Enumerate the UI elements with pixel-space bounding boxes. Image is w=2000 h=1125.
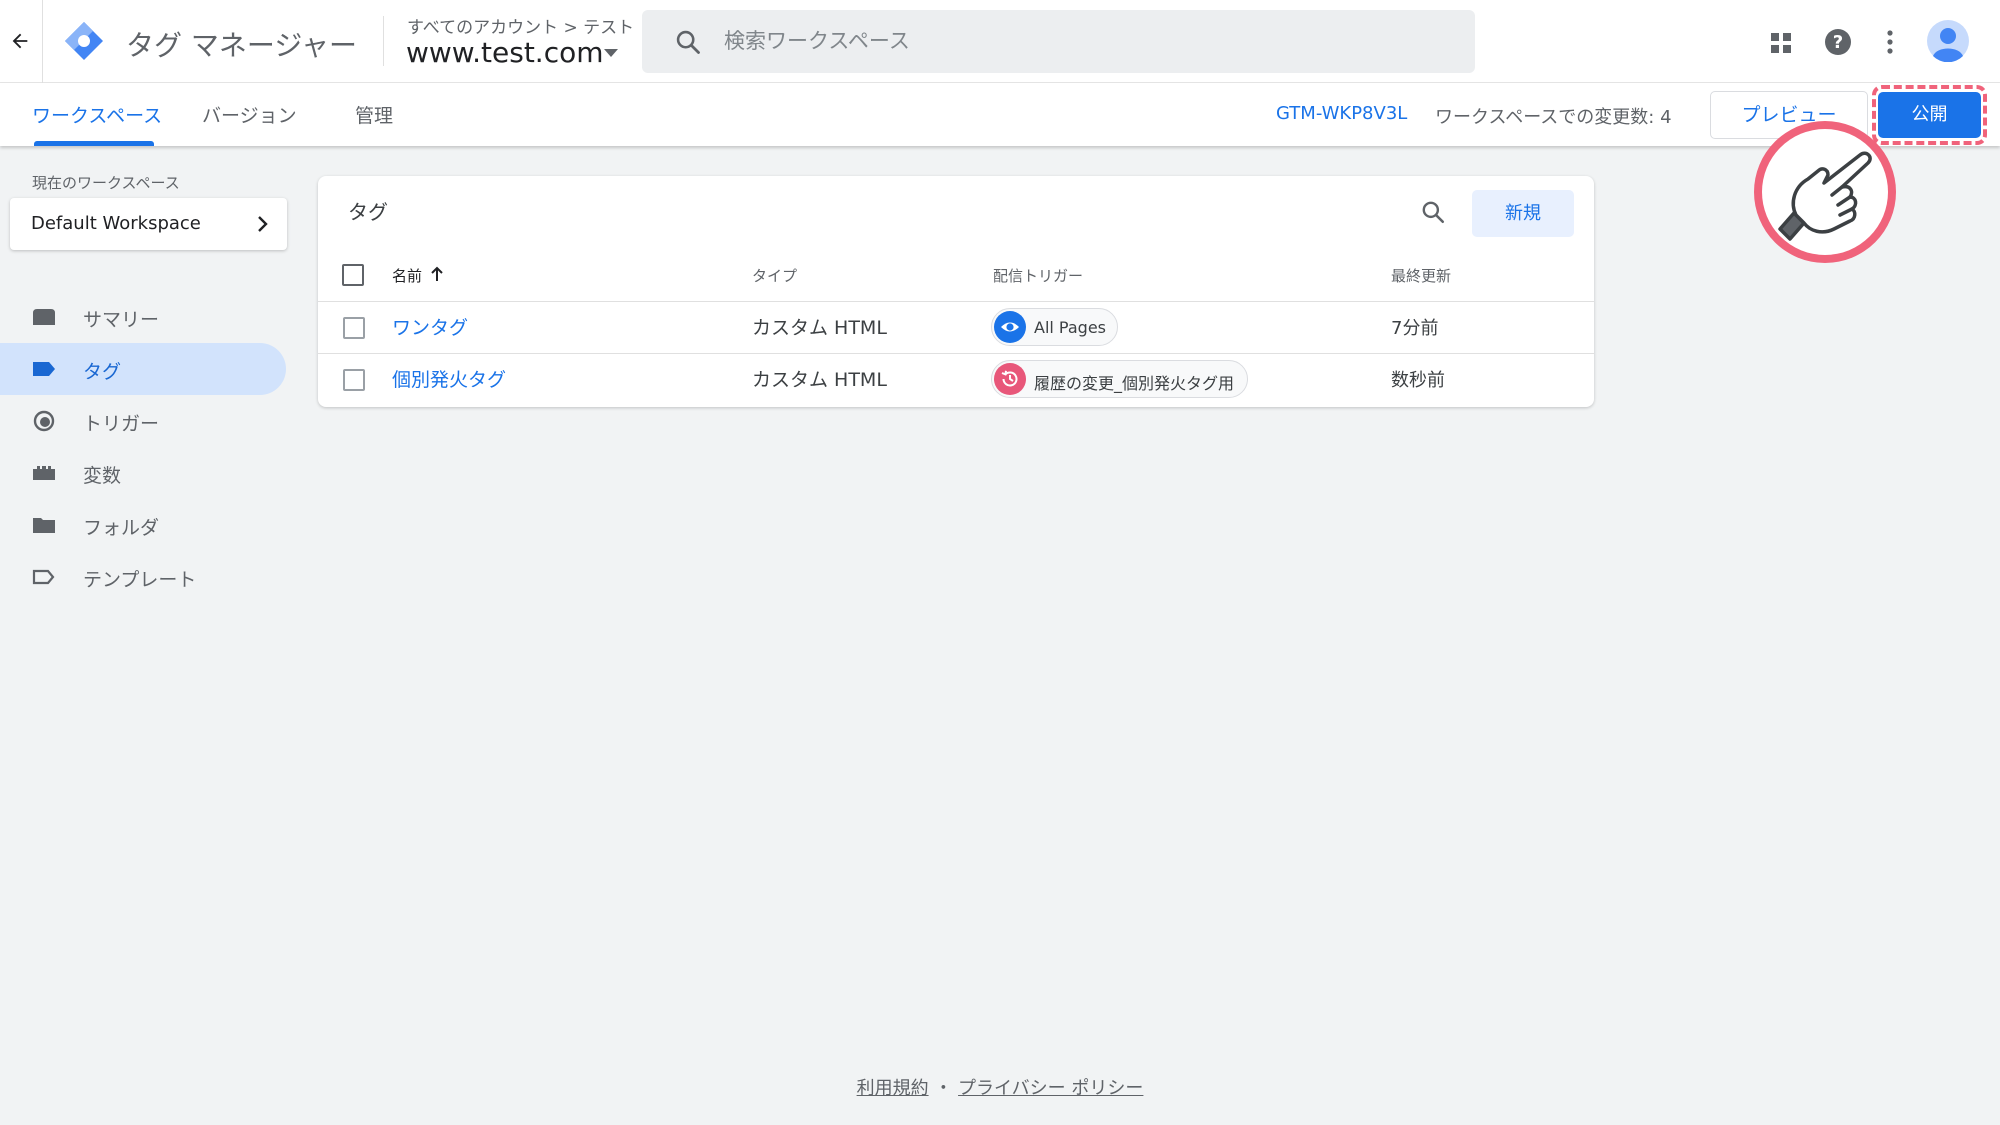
sidebar-item-label: フォルダ [83, 517, 160, 539]
folder-icon [33, 518, 55, 533]
column-header-triggers[interactable]: 配信トリガー [993, 265, 1083, 286]
column-header-last-edited[interactable]: 最終更新 [1391, 265, 1451, 286]
more-vert-icon[interactable] [1883, 28, 1897, 56]
account-breadcrumb[interactable]: すべてのアカウント > テスト [407, 13, 634, 38]
tab-versions[interactable]: バージョン [202, 101, 297, 128]
svg-text:?: ? [1833, 32, 1843, 53]
workspace-selector[interactable]: Default Workspace [10, 198, 287, 250]
search-icon [676, 30, 700, 54]
trigger-icon [33, 410, 55, 432]
sidebar-item-folders[interactable]: フォルダ [0, 499, 286, 551]
search-icon[interactable] [1420, 199, 1446, 225]
container-selector[interactable]: www.test.com [406, 36, 604, 69]
footer: 利用規約 ・ プライバシー ポリシー [0, 1074, 2000, 1100]
caret-down-icon[interactable] [604, 48, 618, 58]
sidebar-item-summary[interactable]: サマリー [0, 291, 286, 343]
sidebar-item-variables[interactable]: 変数 [0, 447, 286, 499]
trigger-chip-label: All Pages [1034, 318, 1106, 337]
active-tab-indicator [34, 141, 154, 146]
column-header-name[interactable]: 名前 [392, 265, 422, 286]
top-header: タグ マネージャー すべてのアカウント > テスト www.test.com ? [0, 0, 2000, 83]
tag-icon [33, 362, 55, 376]
sidebar-item-label: タグ [83, 361, 122, 383]
new-tag-button[interactable]: 新規 [1472, 190, 1574, 237]
row-divider [318, 301, 1594, 302]
chevron-right-icon [258, 216, 268, 232]
column-header-type[interactable]: タイプ [752, 265, 797, 286]
history-icon [994, 363, 1026, 395]
sort-ascending-icon[interactable] [430, 266, 444, 282]
template-icon [32, 569, 55, 585]
summary-icon [33, 309, 55, 325]
workspace-name: Default Workspace [31, 213, 201, 234]
back-arrow-icon[interactable] [9, 30, 31, 52]
current-workspace-label: 現在のワークスペース [32, 174, 180, 192]
container-id-link[interactable]: GTM-WKP8V3L [1276, 103, 1407, 124]
pointing-hand-icon [1754, 121, 1896, 263]
trigger-chip-label: 履歴の変更_個別発火タグ用 [1034, 374, 1235, 393]
tag-name-link[interactable]: 個別発火タグ [392, 365, 506, 392]
tab-admin[interactable]: 管理 [355, 101, 393, 128]
trigger-chip[interactable]: All Pages [991, 308, 1118, 346]
tag-type: カスタム HTML [752, 317, 887, 339]
row-checkbox[interactable] [343, 369, 365, 391]
variables-icon [33, 466, 55, 480]
sidebar-item-label: サマリー [83, 309, 160, 331]
select-all-checkbox[interactable] [342, 264, 364, 286]
account-avatar[interactable] [1927, 20, 1969, 62]
sidebar-item-label: トリガー [83, 413, 160, 435]
search-input[interactable] [724, 20, 1444, 62]
tags-card-title: タグ [348, 200, 388, 224]
terms-link[interactable]: 利用規約 [857, 1078, 929, 1099]
help-icon[interactable]: ? [1823, 27, 1853, 57]
workspace-search[interactable] [642, 10, 1475, 73]
tab-workspace[interactable]: ワークスペース [32, 101, 162, 128]
tag-manager-logo-icon[interactable] [63, 20, 105, 62]
row-divider [318, 353, 1594, 354]
header-divider [42, 0, 43, 83]
apps-grid-icon[interactable] [1770, 32, 1792, 54]
row-checkbox[interactable] [343, 317, 365, 339]
trigger-chip[interactable]: 履歴の変更_個別発火タグ用 [991, 360, 1248, 398]
tags-card: タグ 新規 名前 タイプ 配信トリガー 最終更新 ワンタグ カスタム HTML … [318, 176, 1594, 407]
eye-icon [994, 311, 1026, 343]
sidebar-item-label: 変数 [83, 465, 122, 487]
last-edited: 7分前 [1391, 318, 1439, 339]
sidebar-item-tags[interactable]: タグ [0, 343, 286, 395]
sidebar-item-templates[interactable]: テンプレート [0, 551, 286, 603]
header-divider [383, 16, 384, 66]
tag-type: カスタム HTML [752, 369, 887, 391]
footer-separator: ・ [934, 1078, 953, 1099]
sidebar-item-label: テンプレート [83, 569, 197, 591]
privacy-link[interactable]: プライバシー ポリシー [958, 1078, 1143, 1099]
workspace-toolbar: ワークスペース バージョン 管理 GTM-WKP8V3L ワークスペースでの変更… [0, 83, 2000, 146]
last-edited: 数秒前 [1391, 370, 1445, 391]
tag-name-link[interactable]: ワンタグ [392, 313, 468, 340]
workspace-change-count: ワークスペースでの変更数: 4 [1435, 107, 1672, 128]
app-title: タグ マネージャー [126, 29, 357, 62]
sidebar-item-triggers[interactable]: トリガー [0, 395, 286, 447]
